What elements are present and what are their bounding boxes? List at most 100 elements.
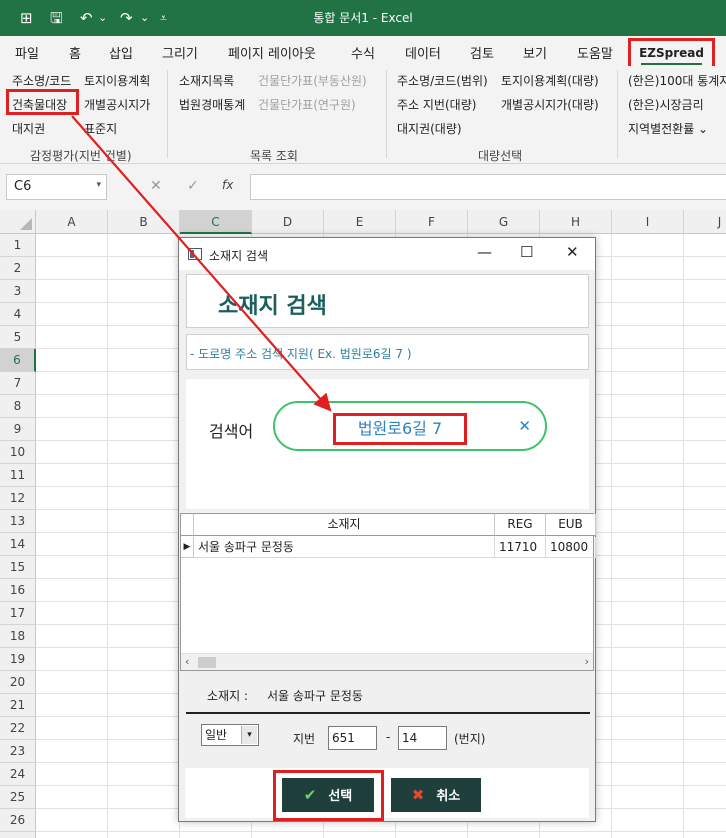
jibun-sub-input[interactable]: 14: [398, 726, 447, 750]
row-header[interactable]: 1: [0, 234, 36, 257]
table-cell-reg[interactable]: 11710: [495, 537, 546, 558]
row-header[interactable]: 10: [0, 441, 36, 464]
tab-home[interactable]: 홈: [69, 43, 81, 62]
maximize-icon[interactable]: ☐: [520, 243, 533, 261]
ribbon-btn-address-code[interactable]: 주소명/코드: [12, 72, 71, 89]
column-header[interactable]: A: [36, 210, 108, 234]
row-header[interactable]: 20: [0, 671, 36, 694]
tab-review[interactable]: 검토: [470, 43, 494, 62]
ribbon-btn-land-price-bulk[interactable]: 개별공시지가(대량): [501, 96, 599, 113]
ribbon-btn-land-rights-bulk[interactable]: 대지권(대량): [397, 120, 462, 137]
formula-input[interactable]: [250, 174, 726, 200]
confirm-entry-icon[interactable]: ✓: [187, 178, 199, 194]
ribbon-btn-land-rights[interactable]: 대지권: [12, 120, 45, 137]
row-header[interactable]: 11: [0, 464, 36, 487]
tab-help[interactable]: 도움말: [577, 43, 613, 62]
row-header[interactable]: 5: [0, 326, 36, 349]
row-header[interactable]: 9: [0, 418, 36, 441]
row-header[interactable]: 15: [0, 556, 36, 579]
row-header[interactable]: 6: [0, 349, 36, 372]
row-header[interactable]: 26: [0, 809, 36, 832]
row-header[interactable]: 17: [0, 602, 36, 625]
row-header[interactable]: 25: [0, 786, 36, 809]
results-table: 소재지 REG EUB ▶ 서울 송파구 문정동 11710 10800 ‹ ›: [180, 513, 596, 671]
table-header-eub[interactable]: EUB: [546, 514, 596, 536]
ribbon-separator: [167, 70, 168, 158]
row-header[interactable]: 13: [0, 510, 36, 533]
dialog-title-bar[interactable]: 소재지 검색 — ☐ ✕: [179, 238, 595, 270]
ribbon-btn-standard-land[interactable]: 표준지: [84, 120, 117, 137]
tab-formulas[interactable]: 수식: [351, 43, 375, 62]
row-header[interactable]: 4: [0, 303, 36, 326]
column-header[interactable]: F: [396, 210, 468, 234]
tab-data[interactable]: 데이터: [405, 43, 441, 62]
row-header[interactable]: 18: [0, 625, 36, 648]
tab-view[interactable]: 보기: [523, 43, 547, 62]
column-header[interactable]: C: [180, 210, 252, 234]
row-header[interactable]: 2: [0, 257, 36, 280]
tab-page-layout[interactable]: 페이지 레이아웃: [228, 43, 316, 62]
horizontal-scrollbar[interactable]: ‹ ›: [181, 653, 593, 670]
ribbon-btn-bok-market-rate[interactable]: (한은)시장금리: [628, 96, 704, 113]
table-header-reg[interactable]: REG: [495, 514, 546, 536]
chevron-down-icon[interactable]: ▾: [241, 726, 257, 744]
table-header-location[interactable]: 소재지: [194, 514, 495, 536]
select-button[interactable]: ✔ 선택: [282, 778, 374, 812]
cancel-entry-icon[interactable]: ✕: [150, 178, 162, 194]
ribbon-btn-jibun-bulk[interactable]: 주소 지번(대량): [397, 96, 476, 113]
search-hint: - 도로명 주소 검색 지원( Ex. 법원로6길 7 ): [190, 347, 412, 361]
row-header[interactable]: 7: [0, 372, 36, 395]
row-header[interactable]: 19: [0, 648, 36, 671]
jibun-main-input[interactable]: 651: [328, 726, 377, 750]
search-hint-panel: - 도로명 주소 검색 지원( Ex. 법원로6길 7 ): [186, 334, 589, 370]
row-header[interactable]: 27: [0, 832, 36, 838]
dialog-heading: 소재지 검색: [218, 294, 327, 319]
scroll-left-icon[interactable]: ‹: [185, 655, 189, 668]
ribbon-btn-bok-100-stats[interactable]: (한은)100대 통계지: [628, 72, 726, 89]
search-input-value[interactable]: 법원로6길 7: [333, 413, 467, 445]
row-header[interactable]: 24: [0, 763, 36, 786]
close-icon[interactable]: ✕: [566, 243, 579, 261]
column-header[interactable]: H: [540, 210, 612, 234]
insert-function-icon[interactable]: fx: [222, 178, 233, 192]
row-header[interactable]: 14: [0, 533, 36, 556]
select-all-corner[interactable]: [0, 210, 36, 234]
row-header[interactable]: 12: [0, 487, 36, 510]
ribbon-btn-land-use[interactable]: 토지이용계획: [84, 72, 150, 89]
minimize-icon[interactable]: —: [477, 243, 492, 261]
row-header[interactable]: 16: [0, 579, 36, 602]
table-cell-location[interactable]: 서울 송파구 문정동: [194, 537, 495, 558]
column-header[interactable]: D: [252, 210, 324, 234]
ribbon-btn-land-use-bulk[interactable]: 토지이용계획(대량): [501, 72, 599, 89]
ribbon-btn-auction-stats[interactable]: 법원경매통계: [179, 96, 245, 113]
column-header[interactable]: G: [468, 210, 540, 234]
tab-insert[interactable]: 삽입: [109, 43, 133, 62]
search-label: 검색어: [209, 422, 254, 441]
search-input[interactable]: 법원로6길 7 ✕: [273, 401, 547, 451]
scroll-thumb[interactable]: [198, 657, 216, 668]
row-header[interactable]: 8: [0, 395, 36, 418]
jibun-type-select[interactable]: 일반 ▾: [201, 724, 259, 746]
row-header[interactable]: 23: [0, 740, 36, 763]
column-header[interactable]: B: [108, 210, 180, 234]
column-header[interactable]: J: [684, 210, 726, 234]
row-header[interactable]: 21: [0, 694, 36, 717]
scroll-right-icon[interactable]: ›: [585, 655, 589, 668]
chevron-down-icon[interactable]: ▾: [96, 180, 101, 190]
name-box[interactable]: C6 ▾: [6, 174, 107, 200]
tab-file[interactable]: 파일: [15, 43, 39, 62]
window-title: 통합 문서1 - Excel: [313, 11, 413, 25]
ribbon-btn-address-code-range[interactable]: 주소명/코드(범위): [397, 72, 488, 89]
cancel-button[interactable]: ✖ 취소: [391, 778, 481, 812]
column-header[interactable]: I: [612, 210, 684, 234]
ribbon-separator: [617, 70, 618, 158]
ribbon-btn-land-price[interactable]: 개별공시지가: [84, 96, 150, 113]
ribbon-btn-location-list[interactable]: 소재지목록: [179, 72, 234, 89]
row-header[interactable]: 22: [0, 717, 36, 740]
row-header[interactable]: 3: [0, 280, 36, 303]
column-header[interactable]: E: [324, 210, 396, 234]
table-cell-eub[interactable]: 10800: [546, 537, 596, 558]
ribbon-btn-regional-conversion[interactable]: 지역별전환률 ⌄: [628, 120, 708, 137]
clear-search-icon[interactable]: ✕: [518, 417, 531, 435]
tab-draw[interactable]: 그리기: [162, 43, 198, 62]
